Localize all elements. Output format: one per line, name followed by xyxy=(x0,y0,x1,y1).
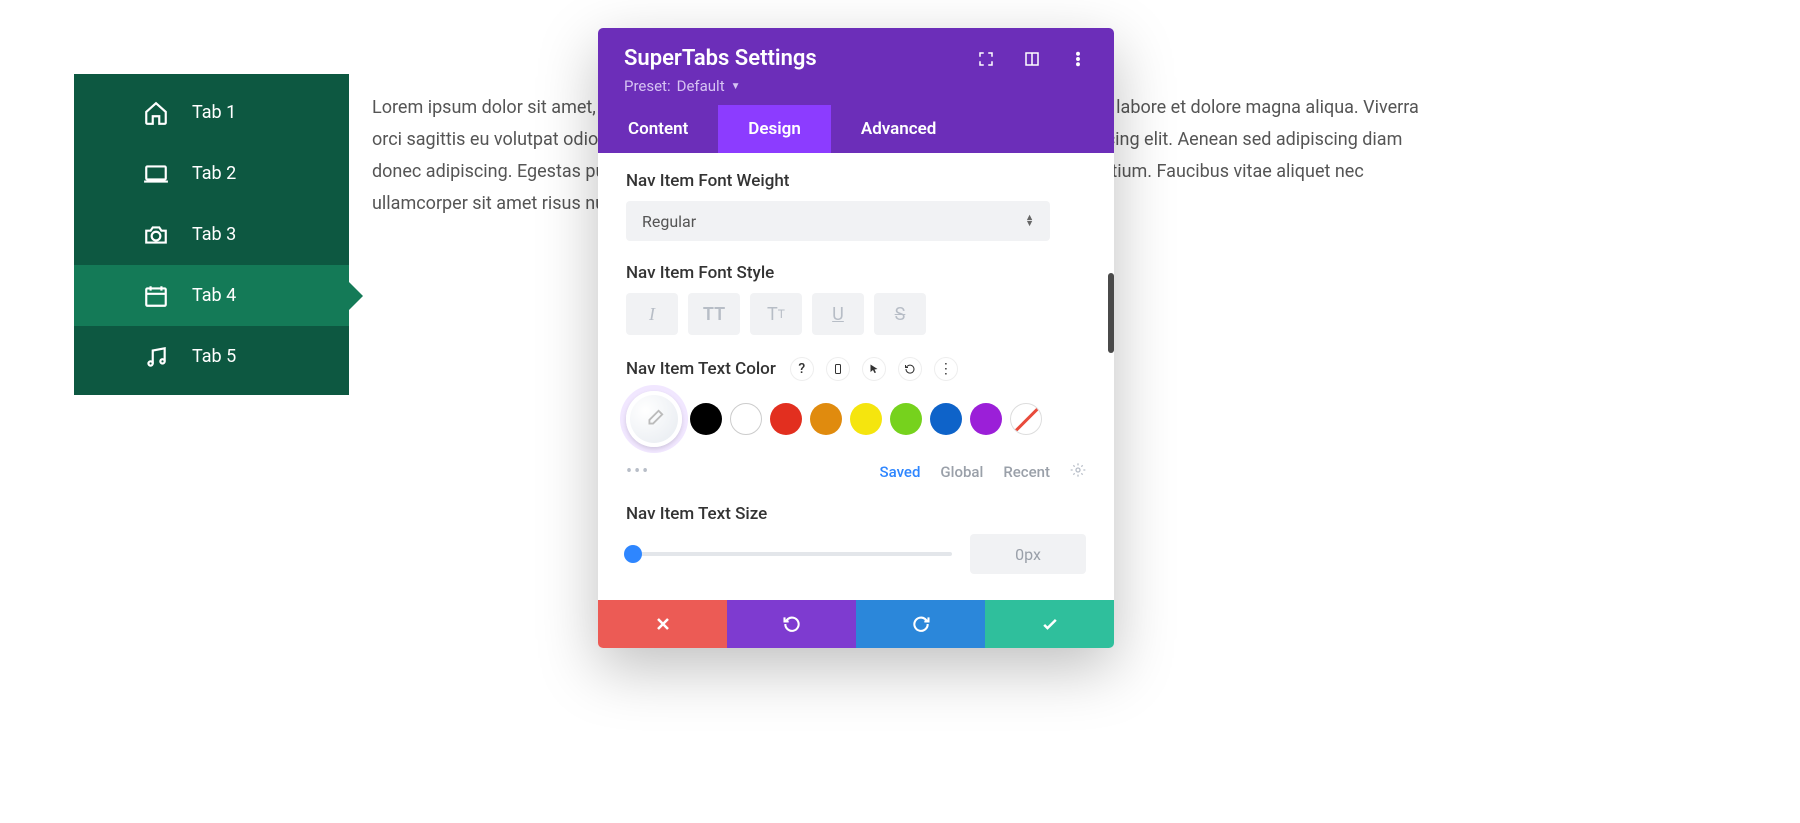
color-swatch-white[interactable] xyxy=(730,403,762,435)
color-swatch-black[interactable] xyxy=(690,403,722,435)
confirm-button[interactable] xyxy=(985,600,1114,648)
sidebar-tab-4[interactable]: Tab 4 xyxy=(74,265,349,326)
palette-tab-recent[interactable]: Recent xyxy=(1003,463,1050,481)
modal-tab-design[interactable]: Design xyxy=(718,105,831,153)
font-weight-label: Nav Item Font Weight xyxy=(626,171,1086,191)
cancel-button[interactable] xyxy=(598,600,727,648)
chevron-down-icon: ▼ xyxy=(731,81,741,92)
sidebar-tab-5[interactable]: Tab 5 xyxy=(74,326,349,387)
modal-tab-content[interactable]: Content xyxy=(598,105,718,153)
font-style-label: Nav Item Font Style xyxy=(626,263,1086,283)
text-size-input[interactable]: 0px xyxy=(970,534,1086,574)
preset-label: Preset: xyxy=(624,77,671,95)
strikethrough-button[interactable]: S xyxy=(874,293,926,335)
color-swatch-yellow[interactable] xyxy=(850,403,882,435)
settings-modal: SuperTabs Settings Preset: Default ▼ Con… xyxy=(598,28,1114,648)
modal-tabs: Content Design Advanced xyxy=(598,105,1114,153)
smallcaps-button[interactable]: TT xyxy=(750,293,802,335)
options-icon[interactable]: ⋮ xyxy=(934,357,958,381)
camera-icon xyxy=(138,222,174,248)
sidebar-tab-label: Tab 2 xyxy=(192,163,236,184)
expand-icon[interactable] xyxy=(976,49,996,69)
preset-dropdown[interactable]: Preset: Default ▼ xyxy=(624,77,741,95)
palette-tab-saved[interactable]: Saved xyxy=(880,463,921,481)
uppercase-button[interactable]: TT xyxy=(688,293,740,335)
sidebar-tabs: Tab 1 Tab 2 Tab 3 Tab 4 Tab 5 xyxy=(74,74,349,395)
color-swatch-none[interactable] xyxy=(1010,403,1042,435)
sidebar-tab-3[interactable]: Tab 3 xyxy=(74,204,349,265)
laptop-icon xyxy=(138,161,174,187)
color-swatch-blue[interactable] xyxy=(930,403,962,435)
redo-button[interactable] xyxy=(856,600,985,648)
sidebar-tab-label: Tab 5 xyxy=(192,346,236,367)
sidebar-tab-label: Tab 4 xyxy=(192,285,236,306)
columns-icon[interactable] xyxy=(1022,49,1042,69)
modal-title: SuperTabs Settings xyxy=(624,46,817,71)
sidebar-tab-label: Tab 1 xyxy=(192,102,236,123)
sidebar-tab-1[interactable]: Tab 1 xyxy=(74,82,349,143)
undo-button[interactable] xyxy=(727,600,856,648)
color-swatch-green[interactable] xyxy=(890,403,922,435)
color-swatch-red[interactable] xyxy=(770,403,802,435)
modal-header: SuperTabs Settings Preset: Default ▼ xyxy=(598,28,1114,105)
home-icon xyxy=(138,100,174,126)
music-icon xyxy=(138,344,174,370)
color-swatch-orange[interactable] xyxy=(810,403,842,435)
font-weight-value: Regular xyxy=(642,212,696,231)
more-icon[interactable] xyxy=(1068,49,1088,69)
color-swatch-purple[interactable] xyxy=(970,403,1002,435)
italic-button[interactable]: I xyxy=(626,293,678,335)
text-color-label: Nav Item Text Color xyxy=(626,359,776,379)
calendar-icon xyxy=(138,283,174,309)
underline-button[interactable]: U xyxy=(812,293,864,335)
reset-icon[interactable] xyxy=(898,357,922,381)
scrollbar[interactable] xyxy=(1108,273,1114,353)
palette-more-icon[interactable]: ••• xyxy=(626,461,650,482)
color-eyedropper[interactable] xyxy=(626,391,682,447)
modal-footer xyxy=(598,600,1114,648)
modal-tab-advanced[interactable]: Advanced xyxy=(831,105,967,153)
hover-icon[interactable] xyxy=(862,357,886,381)
help-icon[interactable]: ? xyxy=(790,357,814,381)
device-icon[interactable] xyxy=(826,357,850,381)
font-weight-select[interactable]: Regular ▲▼ xyxy=(626,201,1050,241)
gear-icon[interactable] xyxy=(1070,462,1086,482)
preset-value: Default xyxy=(677,77,725,95)
text-size-label: Nav Item Text Size xyxy=(626,504,1086,524)
sidebar-tab-2[interactable]: Tab 2 xyxy=(74,143,349,204)
slider-thumb[interactable] xyxy=(624,545,642,563)
sidebar-tab-label: Tab 3 xyxy=(192,224,236,245)
text-size-slider[interactable] xyxy=(626,552,952,556)
text-size-value: 0px xyxy=(1015,545,1041,564)
modal-body: Nav Item Font Weight Regular ▲▼ Nav Item… xyxy=(598,153,1114,600)
select-caret-icon: ▲▼ xyxy=(1025,215,1034,227)
palette-tab-global[interactable]: Global xyxy=(940,463,983,481)
